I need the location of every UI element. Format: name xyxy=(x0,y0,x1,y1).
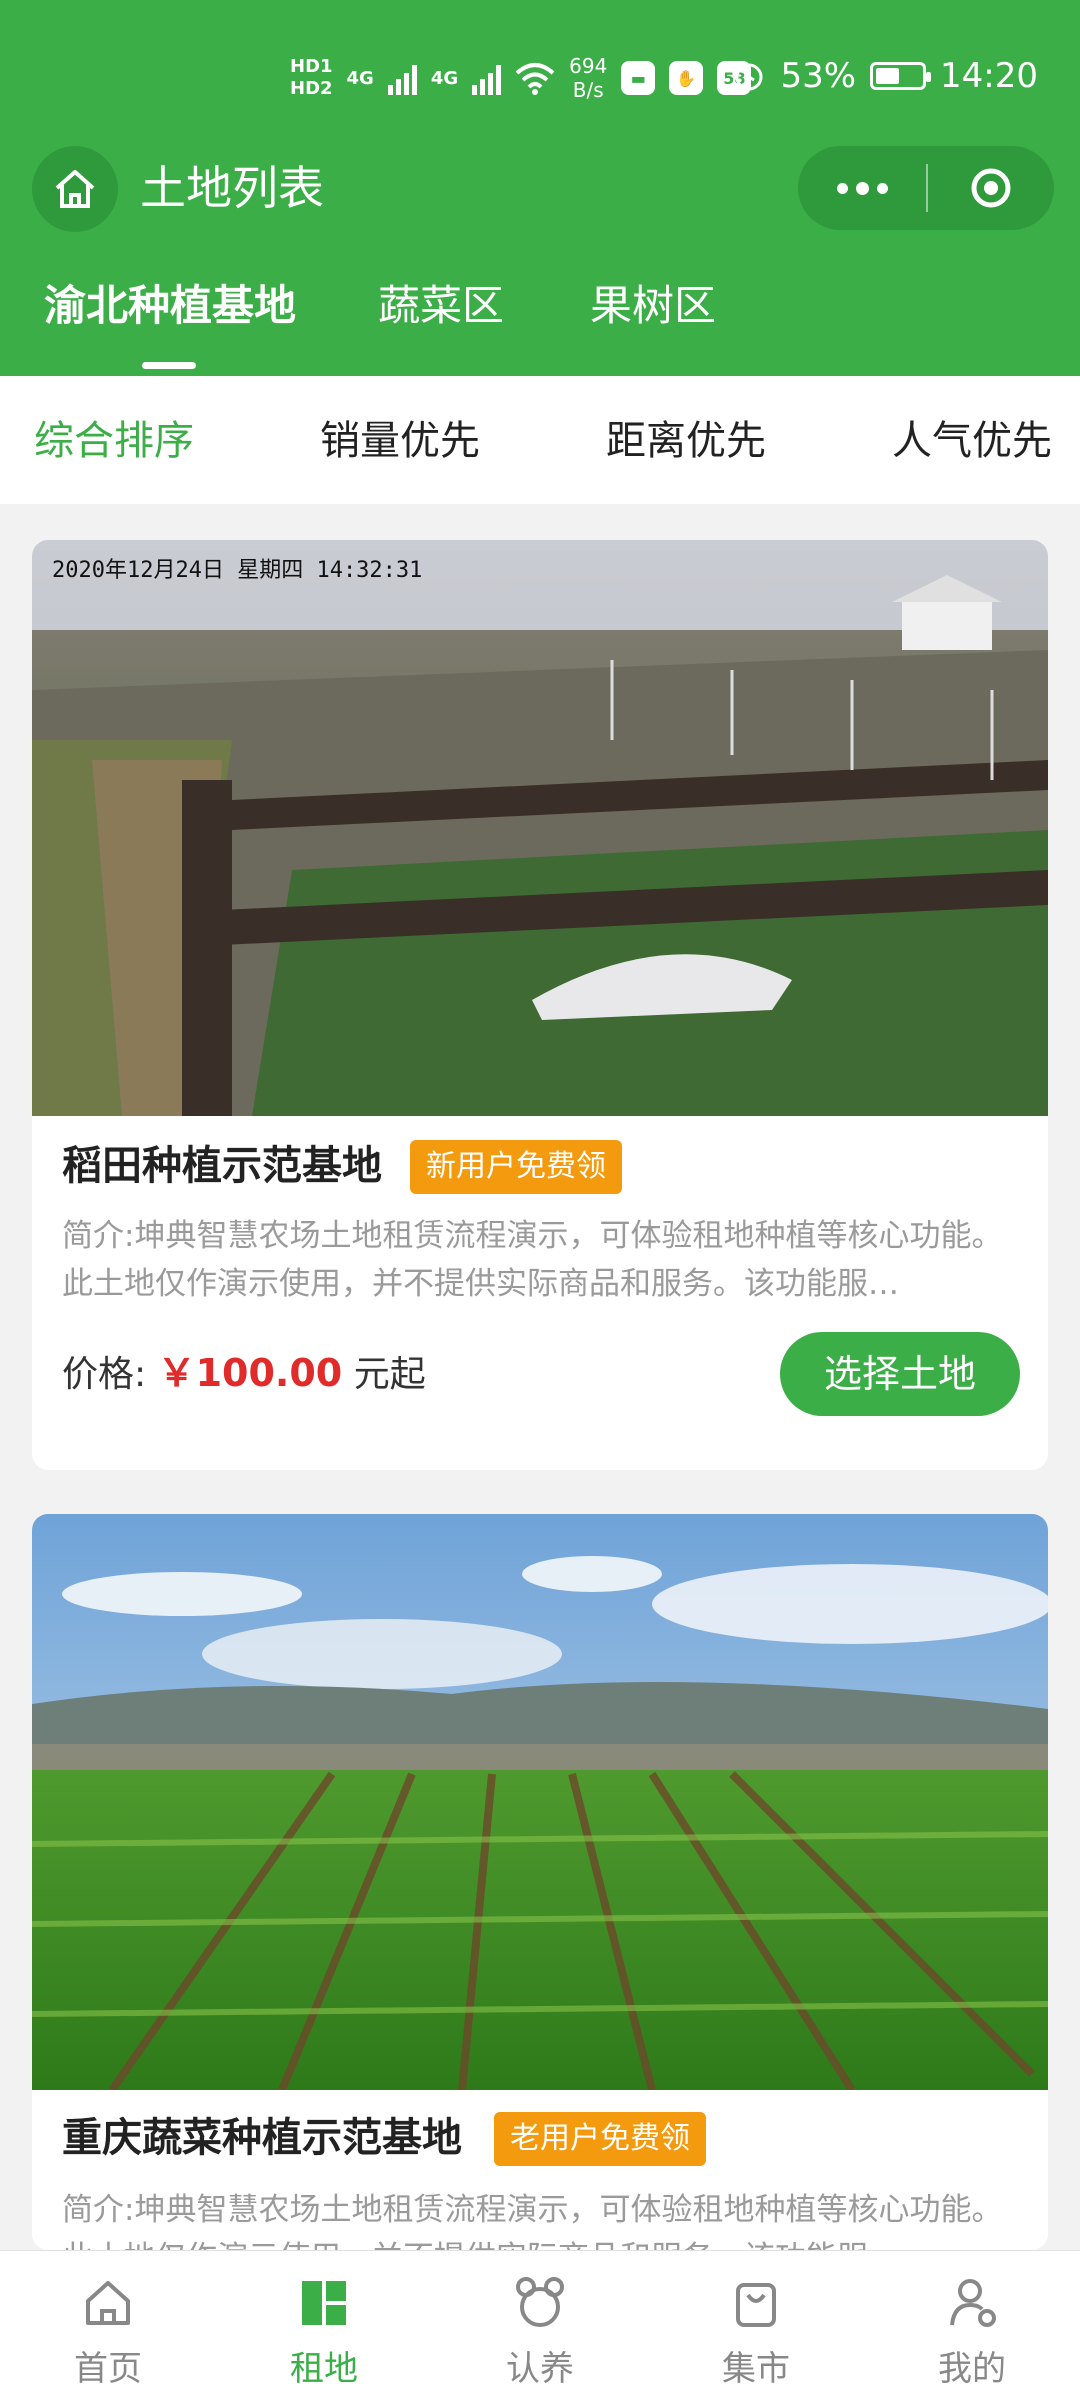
home-button[interactable] xyxy=(32,146,118,232)
app-header: HD1 HD2 4G 4G 694 B/s ▬ ✋ 58 53% 14:20 土… xyxy=(0,0,1080,376)
signal-icon xyxy=(387,61,417,95)
bottom-tab-bar: 首页 租地 认养 集市 我的 xyxy=(0,2250,1080,2400)
net2-label: 4G xyxy=(430,67,459,89)
photo-timestamp: 2020年12月24日 星期四 14:32:31 xyxy=(52,558,423,583)
select-land-button[interactable]: 选择土地 xyxy=(780,1332,1020,1416)
hand-app-icon: ✋ xyxy=(669,61,704,95)
tabbar-adopt[interactable]: 认养 xyxy=(432,2251,648,2400)
sort-comprehensive[interactable]: 综合排序 xyxy=(34,416,194,466)
land-description: 简介:坤典智慧农场土地租赁流程演示，可体验租地种植等核心功能。此土地仅作演示使用… xyxy=(62,2192,1003,2250)
hd-indicator: HD1 HD2 xyxy=(290,56,333,100)
land-photo xyxy=(32,1514,1048,2090)
active-tab-indicator xyxy=(142,362,196,369)
field-photo-illustration xyxy=(32,1514,1048,2090)
home-icon xyxy=(55,170,95,208)
land-photo: 2020年12月24日 星期四 14:32:31 xyxy=(32,540,1048,1116)
status-bar: HD1 HD2 4G 4G 694 B/s ▬ ✋ 58 53% 14:20 xyxy=(0,0,1080,140)
alarm-icon xyxy=(735,63,763,91)
category-tabs: 渝北种植基地 蔬菜区 果树区 xyxy=(0,270,1080,370)
tabbar-adopt-label: 认养 xyxy=(506,2349,574,2389)
status-left: HD1 HD2 4G 4G 694 B/s ▬ ✋ 58 xyxy=(290,48,752,108)
bear-icon xyxy=(516,2277,564,2327)
tab-orchard[interactable]: 果树区 xyxy=(590,278,716,334)
wifi-icon xyxy=(515,63,555,95)
tabbar-mine-label: 我的 xyxy=(938,2349,1006,2389)
close-button[interactable] xyxy=(928,146,1054,230)
net-speed: 694 B/s xyxy=(569,54,607,102)
farm-photo-illustration xyxy=(32,540,1048,1116)
tabbar-home[interactable]: 首页 xyxy=(0,2251,216,2400)
sort-popularity[interactable]: 人气优先 xyxy=(892,416,1052,466)
clock: 14:20 xyxy=(940,56,1038,96)
miniprogram-capsule xyxy=(798,146,1054,230)
hd1-label: HD1 xyxy=(290,56,333,77)
land-description: 简介:坤典智慧农场土地租赁流程演示，可体验租地种植等核心功能。此土地仅作演示使用… xyxy=(62,1218,1003,1302)
sort-distance[interactable]: 距离优先 xyxy=(606,416,766,466)
home-icon xyxy=(86,2281,130,2325)
grid-icon xyxy=(302,2281,346,2325)
hd2-label: HD2 xyxy=(290,78,333,99)
tabbar-rent-land[interactable]: 租地 xyxy=(216,2251,432,2400)
battery-icon xyxy=(870,62,932,90)
price-unit: 元起 xyxy=(353,1354,426,1395)
land-card[interactable]: 重庆蔬菜种植示范基地 老用户免费领 简介:坤典智慧农场土地租赁流程演示，可体验租… xyxy=(32,1514,1048,2250)
more-button[interactable] xyxy=(798,146,926,230)
land-title: 重庆蔬菜种植示范基地 xyxy=(62,2115,462,2161)
sort-bar: 综合排序 销量优先 距离优先 人气优先 xyxy=(0,376,1080,504)
tabbar-home-label: 首页 xyxy=(74,2349,142,2389)
huawei-app-icon: ▬ xyxy=(621,61,656,95)
battery-percent: 53% xyxy=(780,56,857,96)
user-icon xyxy=(950,2279,996,2327)
tab-yubei[interactable]: 渝北种植基地 xyxy=(44,278,296,334)
bag-icon xyxy=(736,2283,776,2327)
old-user-badge: 老用户免费领 xyxy=(494,2112,706,2166)
tabbar-market[interactable]: 集市 xyxy=(648,2251,864,2400)
land-title: 稻田种植示范基地 xyxy=(62,1143,382,1189)
tab-vegetable[interactable]: 蔬菜区 xyxy=(378,278,504,334)
net-speed-unit: B/s xyxy=(572,78,604,102)
battery-fill xyxy=(876,68,900,84)
new-user-badge: 新用户免费领 xyxy=(410,1140,622,1194)
status-right: 53% 14:20 xyxy=(732,56,1038,96)
net1-label: 4G xyxy=(346,67,374,89)
target-close-icon xyxy=(971,168,1011,208)
tabbar-mine[interactable]: 我的 xyxy=(864,2251,1080,2400)
sort-sales[interactable]: 销量优先 xyxy=(320,416,480,466)
land-card[interactable]: 2020年12月24日 星期四 14:32:31 稻田种植示范基地 新用户免费领… xyxy=(32,540,1048,1470)
tabbar-market-label: 集市 xyxy=(722,2349,790,2389)
net-speed-value: 694 xyxy=(569,54,608,78)
signal-icon-2 xyxy=(472,61,502,95)
price-label: 价格: xyxy=(62,1354,147,1395)
page-title: 土地列表 xyxy=(140,161,324,215)
price-amount: ￥100.00 xyxy=(157,1351,343,1395)
price-row: 价格: ￥100.00 元起 xyxy=(62,1348,426,1400)
tabbar-rent-label: 租地 xyxy=(290,2349,358,2389)
